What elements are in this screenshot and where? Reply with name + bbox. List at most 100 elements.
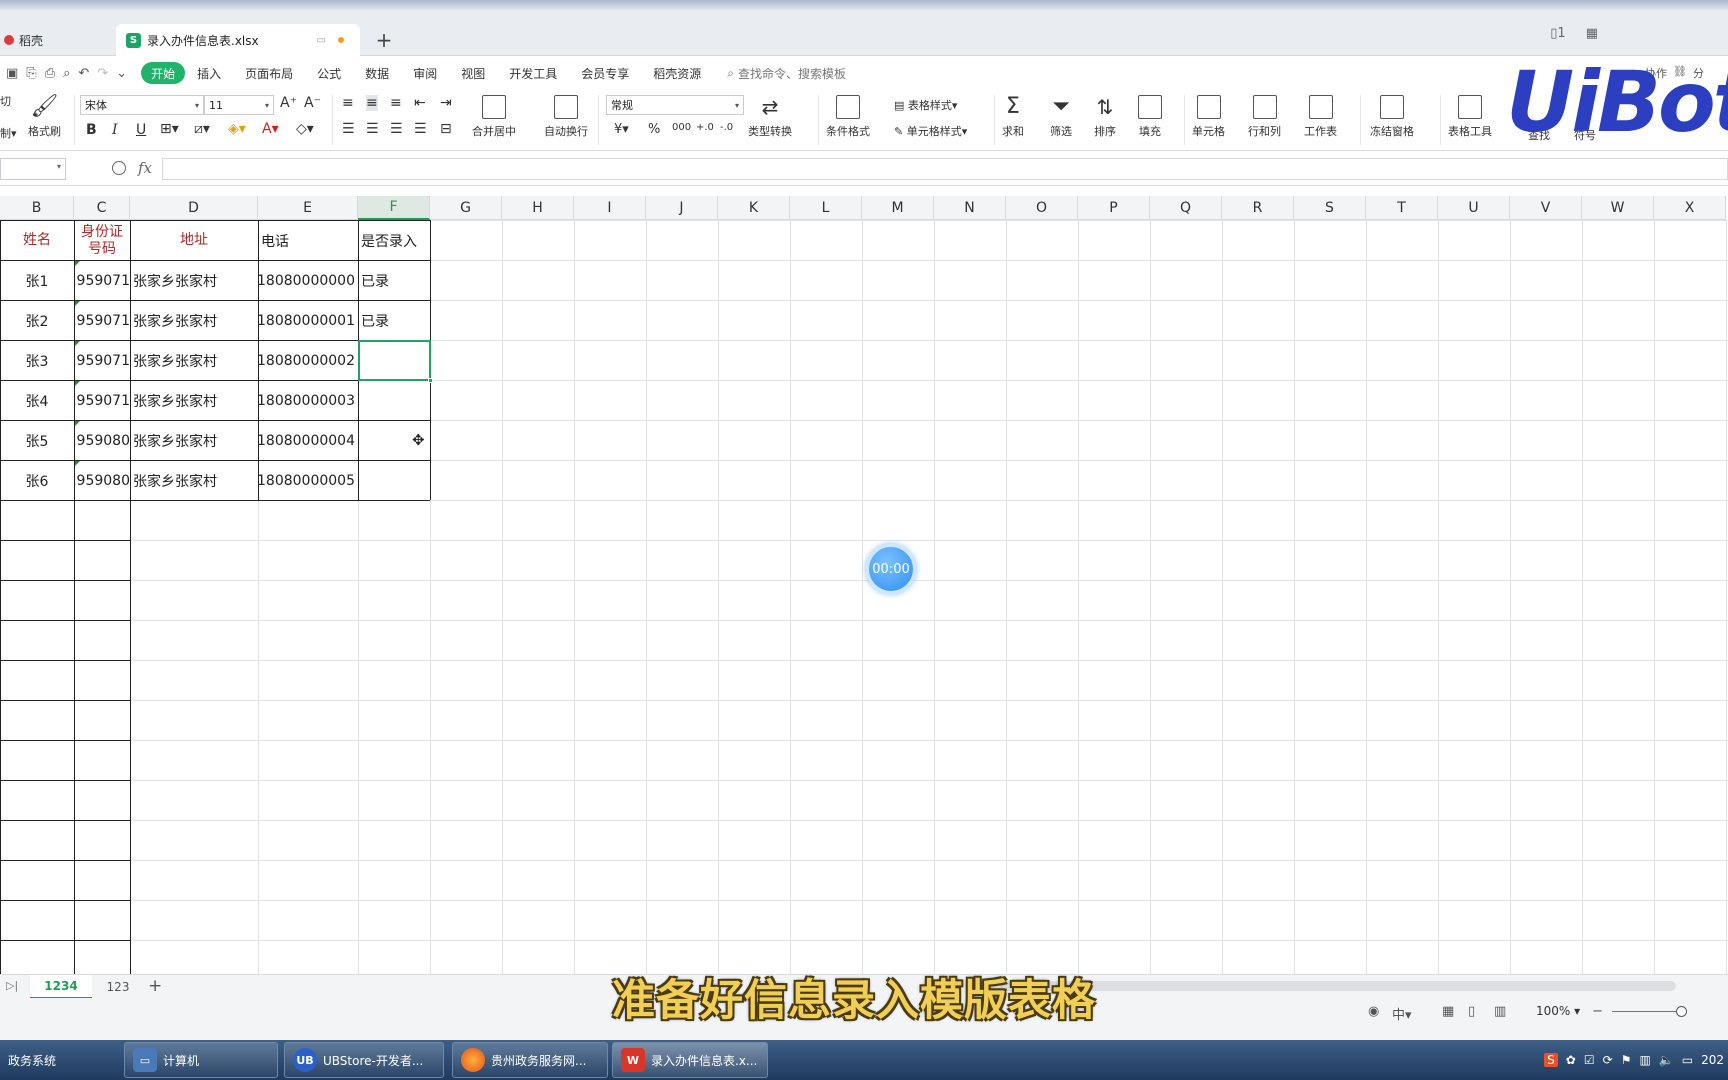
table-cell[interactable]: 张家乡张家村 (130, 261, 258, 300)
column-header-k[interactable]: K (718, 196, 790, 220)
table-cell[interactable]: 张家乡张家村 (130, 421, 258, 460)
increase-decimal-icon[interactable]: +.0 (696, 122, 714, 133)
bold-icon[interactable]: B (86, 122, 97, 138)
menu-member[interactable]: 会员专享 (569, 62, 641, 84)
chevron-down-icon[interactable]: ⌄ (116, 66, 127, 81)
menu-docer-resources[interactable]: 稻壳资源 (641, 62, 713, 84)
italic-icon[interactable]: I (112, 122, 118, 138)
clock[interactable]: 202 (1701, 1053, 1724, 1067)
table-cell[interactable]: 已录 (358, 261, 430, 300)
increase-font-icon[interactable]: A⁺ (280, 95, 297, 111)
undo-icon[interactable]: ↶ (78, 66, 89, 81)
column-header-f[interactable]: F (358, 196, 430, 220)
align-left-icon[interactable]: ☰ (342, 121, 355, 137)
taskbar-item-computer[interactable]: ▭ 计算机 (124, 1042, 278, 1078)
type-convert-button[interactable]: ⇄ 类型转换 (748, 95, 792, 139)
monitor-icon[interactable]: ▭ (317, 35, 326, 46)
table-cell[interactable]: 张2 (0, 301, 74, 340)
column-header-i[interactable]: I (574, 196, 646, 220)
zoom-slider[interactable] (1612, 1011, 1682, 1012)
align-top-icon[interactable]: ≡ (342, 95, 354, 111)
filter-button[interactable]: ⏷ 筛选 (1050, 95, 1072, 139)
number-format-select[interactable]: 常规 ▾ (606, 95, 744, 115)
cell-fill-pattern-icon[interactable]: ⧄▾ (194, 121, 210, 137)
table-header-cell[interactable]: 姓名 (0, 221, 74, 260)
tray-flag-icon[interactable]: ⚑ (1621, 1053, 1632, 1067)
sheet-tab-123[interactable]: 123 (96, 975, 140, 999)
tab-active-file[interactable]: S 录入办件信息表.xlsx ▭ (116, 24, 360, 56)
font-color-icon[interactable]: A▾ (262, 121, 279, 137)
spreadsheet-grid[interactable]: B C D E F G H I J K L M N O P Q R S T U V W X 姓名 身份证号码 地址 电话 是否录入 张1… (0, 196, 1728, 974)
export-icon[interactable]: ⎘ (26, 66, 36, 81)
table-cell[interactable]: 张家乡张家村 (130, 381, 258, 420)
column-header-g[interactable]: G (430, 196, 502, 220)
menu-data[interactable]: 数据 (353, 62, 401, 84)
taskbar-item-gov-system[interactable]: 政务系统 (0, 1042, 118, 1078)
grid-apps-icon[interactable]: ▦ (1586, 26, 1598, 41)
cut-button[interactable]: 切 (0, 93, 11, 109)
tab-docer-home[interactable]: 稻壳 (0, 24, 108, 56)
table-header-cell[interactable]: 身份证号码 (74, 221, 130, 260)
page-view-icon[interactable]: ▯ (1468, 1004, 1475, 1019)
fx-icon[interactable]: fx (138, 159, 152, 177)
fill-color-icon[interactable]: ◈▾ (228, 121, 246, 137)
active-cell-selection[interactable] (358, 340, 433, 383)
column-header-w[interactable]: W (1582, 196, 1654, 220)
zoom-out-icon[interactable]: − (1592, 1004, 1603, 1019)
cell-button[interactable]: 单元格 (1192, 95, 1225, 139)
name-box[interactable]: ▾ (0, 158, 66, 180)
indent-increase-icon[interactable]: ⇥ (440, 95, 452, 111)
justify-icon[interactable]: ☰ (414, 121, 427, 137)
taskbar-item-ubstore[interactable]: UB UBStore-开发者... (284, 1042, 444, 1078)
column-header-p[interactable]: P (1078, 196, 1150, 220)
column-header-m[interactable]: M (862, 196, 934, 220)
sum-button[interactable]: Σ 求和 (1002, 95, 1024, 139)
table-cell[interactable]: 18080000003 (258, 381, 358, 420)
menu-insert[interactable]: 插入 (185, 62, 233, 84)
borders-icon[interactable]: ⊞▾ (160, 121, 179, 137)
tray-signal-icon[interactable]: ▥ (1639, 1053, 1650, 1067)
table-tools-button[interactable]: 表格工具 (1448, 95, 1492, 139)
menu-developer[interactable]: 开发工具 (497, 62, 569, 84)
menu-view[interactable]: 视图 (449, 62, 497, 84)
table-cell[interactable]: 张家乡张家村 (130, 461, 258, 500)
fill-button[interactable]: 填充 (1138, 95, 1162, 139)
column-header-s[interactable]: S (1294, 196, 1366, 220)
save-icon[interactable]: ▣ (6, 66, 18, 81)
add-sheet-button[interactable]: + (148, 976, 162, 996)
table-style-button[interactable]: ▤ 表格样式▾ (894, 97, 957, 113)
thousands-icon[interactable]: 000 (672, 122, 691, 133)
align-bottom-icon[interactable]: ≡ (390, 95, 402, 111)
table-cell[interactable]: 71959071 (74, 261, 130, 300)
column-header-v[interactable]: V (1510, 196, 1582, 220)
recording-timer[interactable]: 00:00 (866, 544, 916, 594)
column-header-d[interactable]: D (130, 196, 258, 220)
table-cell[interactable]: 18080000004 (258, 421, 358, 460)
zoom-slider-knob[interactable] (1676, 1006, 1687, 1017)
command-search[interactable]: ⌕ 查找命令、搜索模板 (727, 65, 846, 82)
table-cell[interactable]: 71959071 (74, 381, 130, 420)
sogou-ime-icon[interactable]: S (1544, 1053, 1558, 1067)
underline-icon[interactable]: U (136, 122, 146, 138)
column-header-b[interactable]: B (0, 196, 74, 220)
table-cell[interactable]: 71959071 (74, 341, 130, 380)
copy-button[interactable]: 制▾ (0, 125, 17, 141)
table-cell[interactable]: 18080000000 (258, 261, 358, 300)
row-col-button[interactable]: 行和列 (1248, 95, 1281, 139)
sheet-nav-arrow-icon[interactable]: ▷| (6, 979, 18, 992)
table-cell[interactable]: 71959071 (74, 301, 130, 340)
align-middle-icon[interactable]: ≡ (366, 95, 378, 111)
wrap-text-button[interactable]: 自动换行 (544, 95, 588, 139)
menu-formulas[interactable]: 公式 (305, 62, 353, 84)
cell-style-button[interactable]: ✎ 单元格样式▾ (894, 123, 967, 139)
eye-protect-icon[interactable]: ◉ (1368, 1004, 1379, 1019)
table-cell[interactable]: 71959080 (74, 461, 130, 500)
zoom-level[interactable]: 100% ▾ (1536, 1004, 1580, 1018)
decrease-decimal-icon[interactable]: -.0 (720, 122, 733, 133)
table-cell[interactable]: 张5 (0, 421, 74, 460)
tray-flower-icon[interactable]: ✿ (1566, 1053, 1576, 1067)
column-header-c[interactable]: C (74, 196, 130, 220)
new-tab-button[interactable]: + (372, 24, 396, 56)
table-header-cell[interactable]: 是否录入 (358, 221, 430, 260)
table-cell[interactable]: 已录 (358, 301, 430, 340)
